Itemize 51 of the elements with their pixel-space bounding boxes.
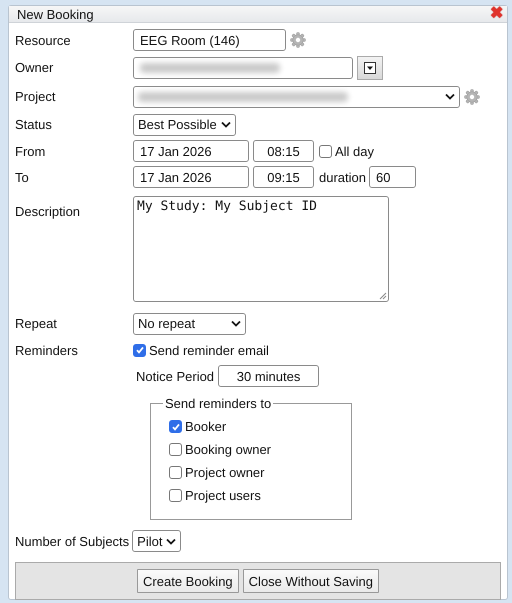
duration-field[interactable]: 60 xyxy=(368,166,416,188)
resource-field[interactable]: EEG Room (146) xyxy=(133,29,286,51)
field-label: Number of Subjects xyxy=(15,534,130,548)
field-label: Resource xyxy=(15,32,72,48)
checkbox[interactable] xyxy=(169,443,182,456)
group-legend: Send reminders to xyxy=(163,396,274,411)
close-button[interactable]: Close Without Saving xyxy=(242,569,379,593)
date-field[interactable]: 17 Jan 2026 xyxy=(133,166,249,188)
lookup-button[interactable] xyxy=(357,56,383,80)
checkbox[interactable] xyxy=(133,344,146,356)
create-button[interactable]: Create Booking xyxy=(137,569,239,593)
checkbox[interactable] xyxy=(169,466,182,479)
chevron-down-icon xyxy=(231,320,241,327)
dropdown[interactable]: Pilot xyxy=(132,530,182,552)
checkbox-label: Project owner xyxy=(185,465,264,480)
field-label: Repeat xyxy=(15,316,58,331)
checkbox-label: Booker xyxy=(185,419,226,434)
close-icon[interactable]: ✖ xyxy=(490,6,503,22)
chevron-down-icon xyxy=(220,121,231,128)
notice-label: Notice Period xyxy=(136,368,214,384)
resize-handle-icon[interactable] xyxy=(379,292,387,300)
field-label: From xyxy=(15,144,46,158)
checkbox-label: Send reminder email xyxy=(149,342,269,358)
chevron-down-icon xyxy=(166,538,176,544)
caret-icon xyxy=(364,62,376,74)
checkbox[interactable] xyxy=(319,144,332,158)
owner-field[interactable] xyxy=(133,56,353,78)
dropdown[interactable] xyxy=(133,86,460,108)
duration-label: duration xyxy=(319,170,366,184)
field-label: Reminders xyxy=(15,342,79,358)
description-field[interactable]: My Study: My Subject ID xyxy=(133,196,389,302)
checkbox-label: All day xyxy=(335,144,374,158)
field-label: Status xyxy=(15,117,53,132)
time-field[interactable]: 09:15 xyxy=(253,166,314,188)
notice-field[interactable]: 30 minutes xyxy=(218,365,320,387)
field-label: Project xyxy=(15,89,56,104)
dropdown[interactable]: No repeat xyxy=(133,312,246,334)
dropdown[interactable]: Best Possible xyxy=(133,114,236,136)
window-title: New Booking xyxy=(17,6,94,22)
checkbox-label: Project users xyxy=(185,488,261,503)
checkbox[interactable] xyxy=(169,489,182,502)
chevron-down-icon xyxy=(445,93,455,100)
checkbox-label: Booking owner xyxy=(185,442,271,457)
checkbox[interactable] xyxy=(169,420,182,433)
date-field[interactable]: 17 Jan 2026 xyxy=(133,140,249,162)
field-label: To xyxy=(15,170,30,184)
field-label: Description xyxy=(15,203,82,219)
field-label: Owner xyxy=(15,60,54,75)
time-field[interactable]: 08:15 xyxy=(253,140,314,162)
gear-icon[interactable] xyxy=(464,88,480,104)
gear-icon[interactable] xyxy=(290,32,306,48)
